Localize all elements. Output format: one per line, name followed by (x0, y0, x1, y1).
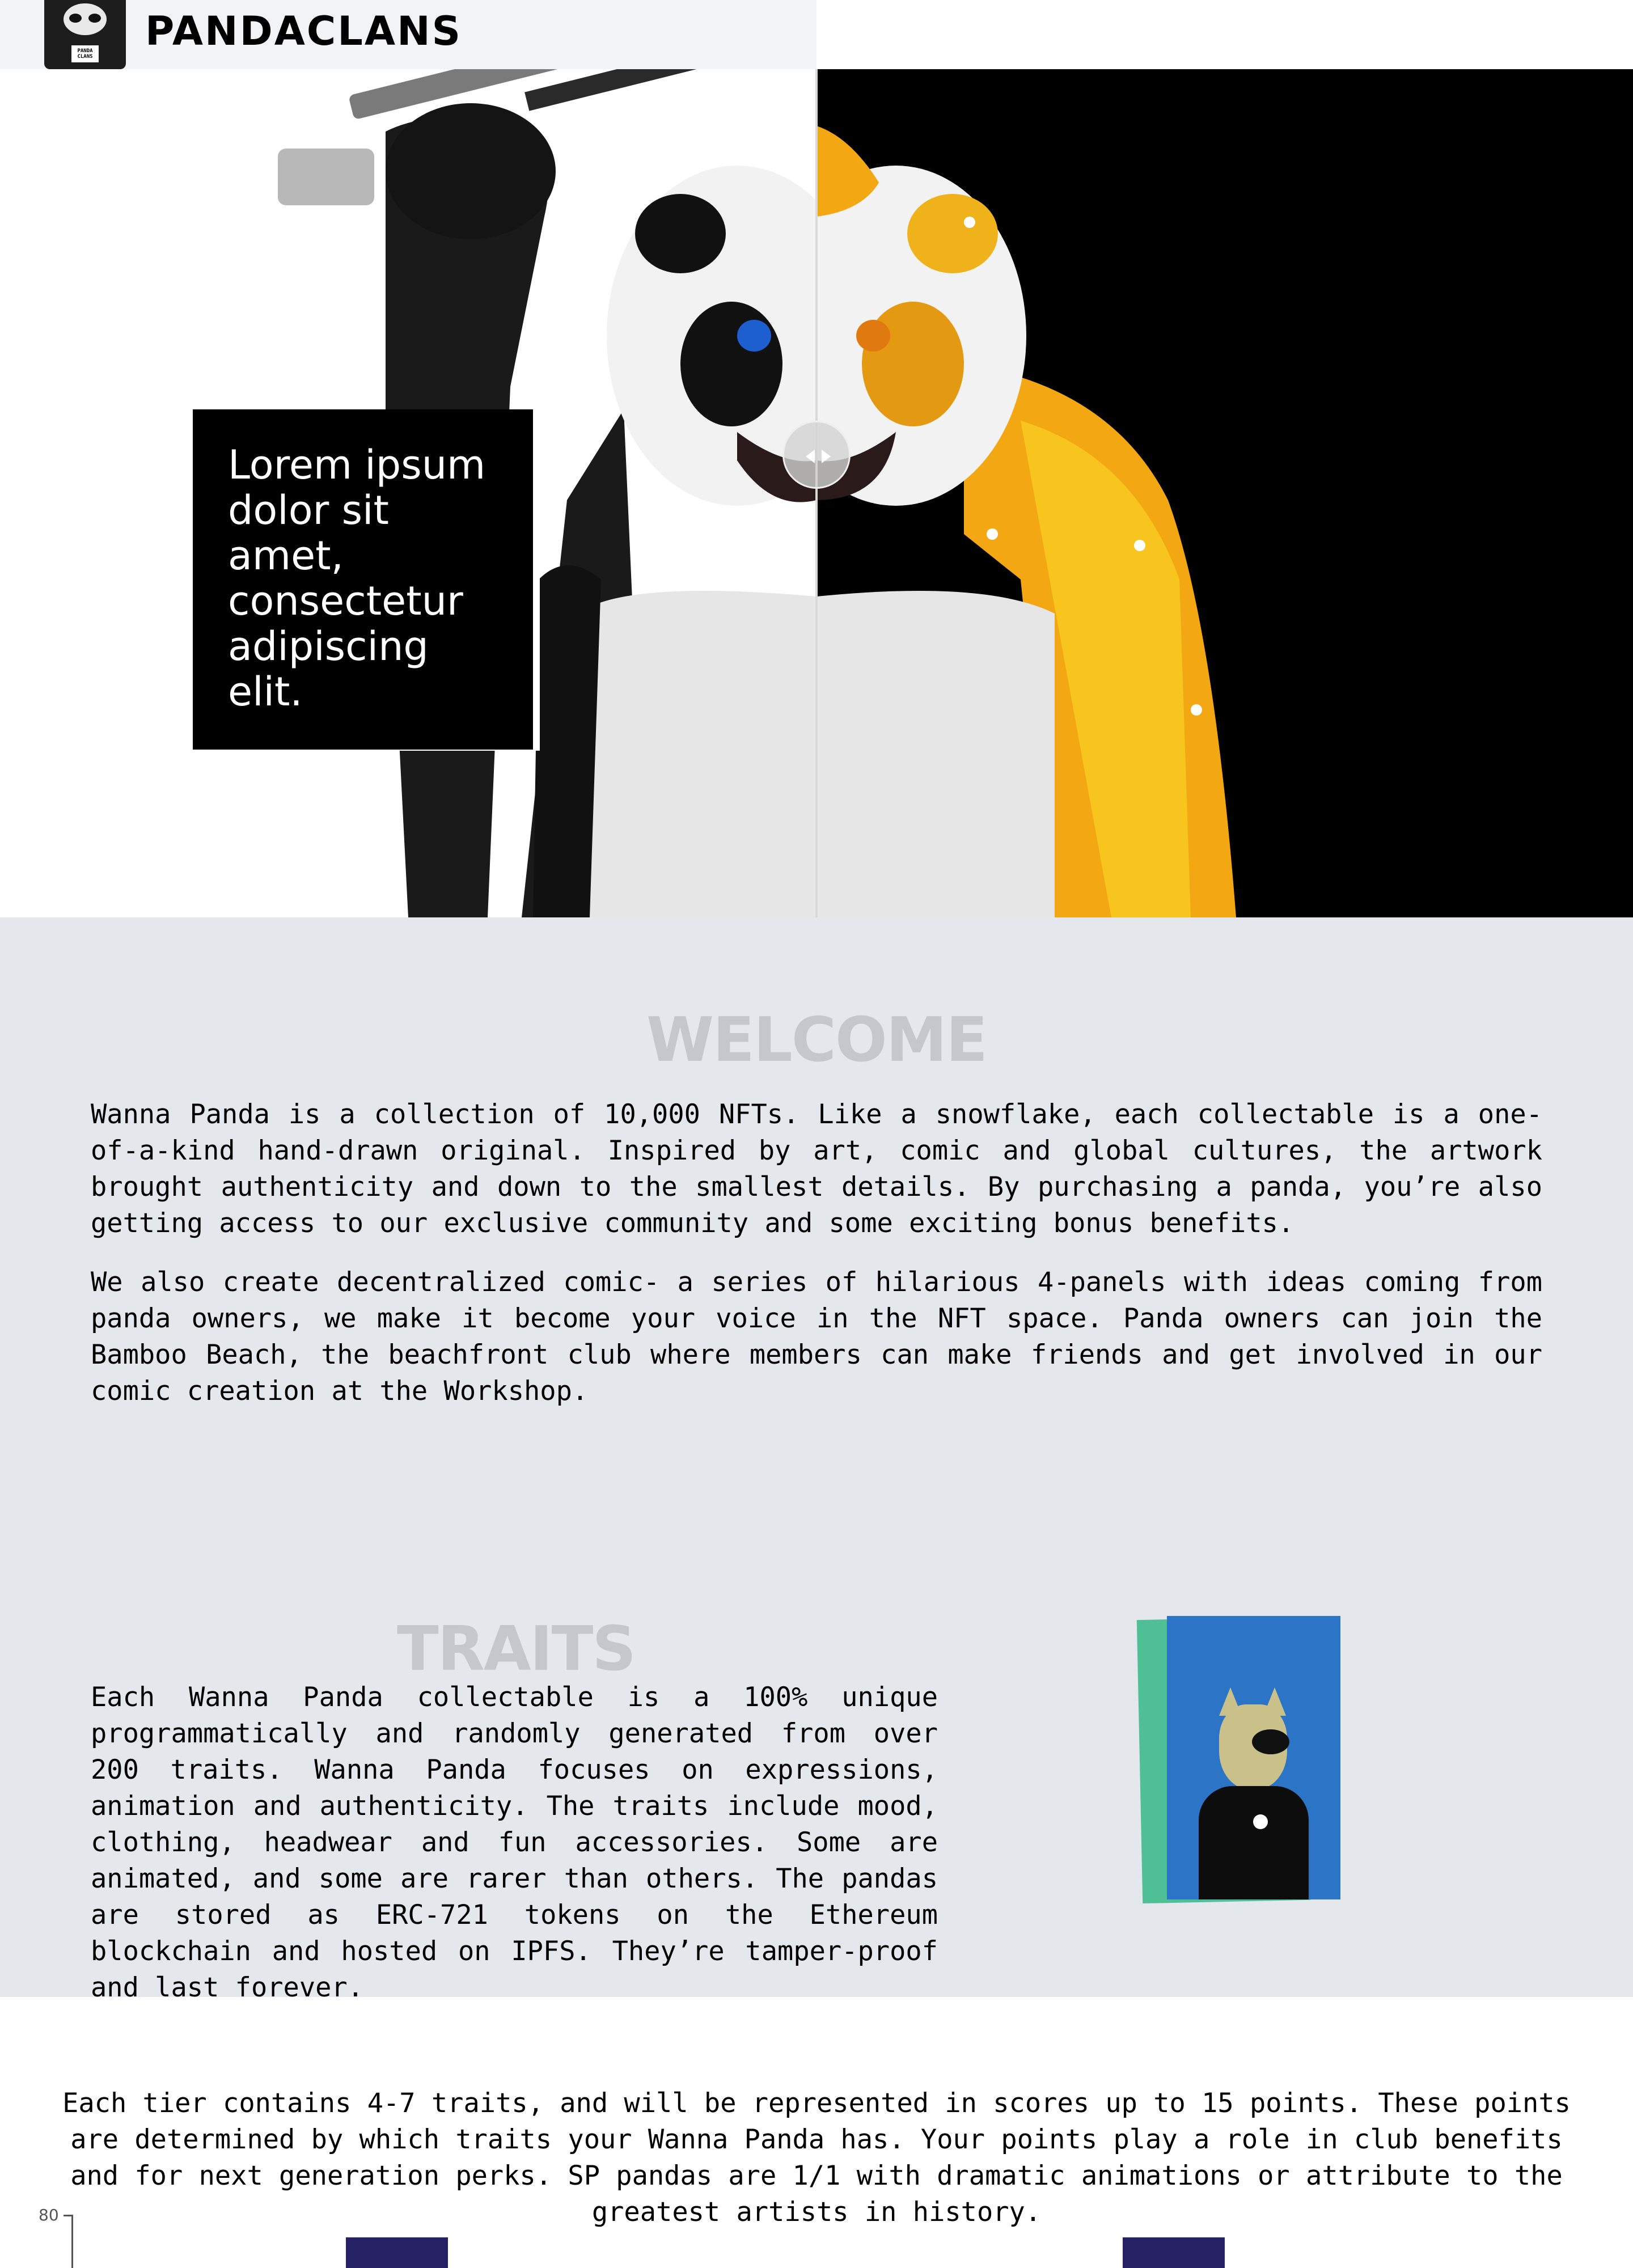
traits-title: TRAITS (397, 1614, 636, 1685)
chart-bar (346, 2237, 448, 2268)
chart-axis-label: 80 (39, 2206, 59, 2224)
welcome-paragraph-2: We also create decentralized comic- a se… (91, 1267, 1542, 1407)
chart-axis-line (71, 2215, 73, 2268)
panda-eye-icon (88, 14, 101, 23)
welcome-title: WELCOME (646, 1005, 988, 1076)
logo-shirt-text: PANDA CLANS (71, 45, 99, 62)
sweater-icon (1199, 1786, 1309, 1899)
moon-icon[interactable] (1453, 3, 1478, 42)
user-icon[interactable] (1508, 16, 1531, 39)
arrows-left-right-icon (806, 450, 831, 463)
hero-right-panel (816, 69, 1633, 917)
traits-paragraph: Each Wanna Panda collectable is a 100% u… (91, 1682, 938, 2003)
tiers-paragraph: Each tier contains 4-7 traits, and will … (62, 2088, 1571, 2228)
brand-logo[interactable]: PANDACLANS (145, 8, 462, 54)
header-bar: PANDA CLANS PANDACLANS (0, 0, 816, 69)
welcome-paragraph-1: Wanna Panda is a collection of 10,000 NF… (91, 1099, 1542, 1239)
compare-slider-handle[interactable] (782, 421, 851, 489)
compare-slider-line[interactable] (815, 69, 818, 917)
trait-card-image[interactable] (1167, 1616, 1340, 1899)
chart-axis-tick (64, 2215, 73, 2216)
panda-eye-icon (69, 14, 82, 23)
panda-illustration-gold (816, 126, 1236, 917)
header-actions (816, 0, 1633, 69)
chart-bar (1123, 2237, 1225, 2268)
welcome-section: WELCOME Wanna Panda is a collection of 1… (0, 917, 1633, 2003)
hero-quote: Lorem ipsum dolor sit amet, consectetur … (193, 409, 533, 750)
menu-icon[interactable] (1554, 18, 1577, 37)
sunglasses-icon (1252, 1729, 1289, 1754)
logo-avatar[interactable]: PANDA CLANS (44, 0, 126, 69)
hero-section: Lorem ipsum dolor sit amet, consectetur … (0, 69, 1633, 917)
paw-icon (1253, 1814, 1268, 1829)
